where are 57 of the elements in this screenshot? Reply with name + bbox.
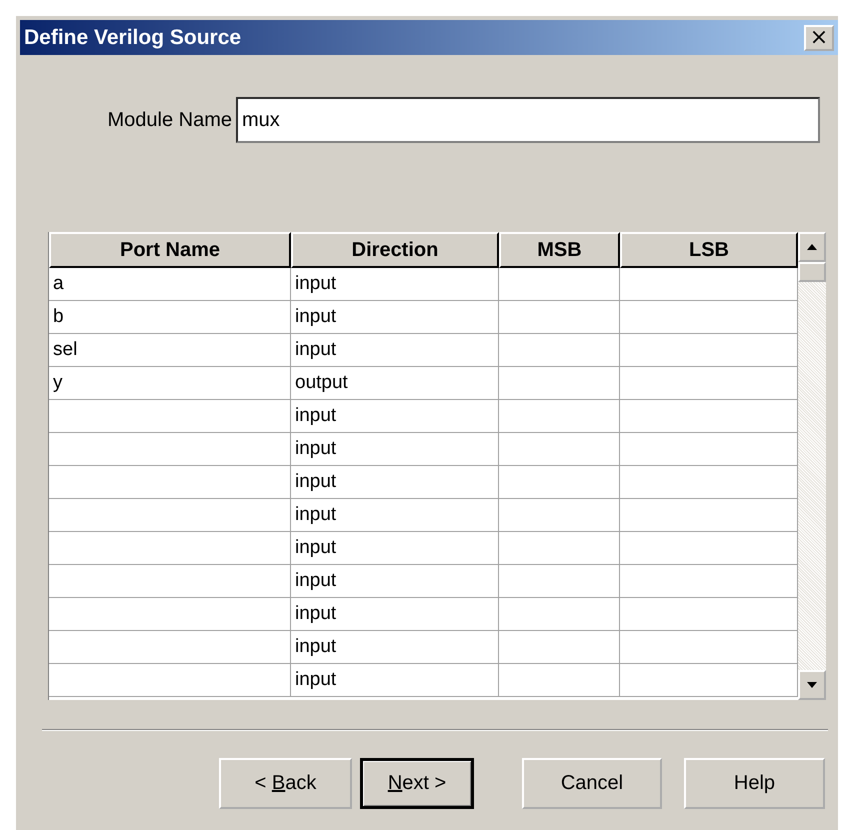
scroll-down-button[interactable] (798, 670, 826, 700)
table-cell[interactable] (499, 631, 620, 664)
table-cell[interactable] (499, 565, 620, 598)
table-cell[interactable] (499, 532, 620, 565)
table-cell[interactable]: input (291, 301, 499, 334)
table-cell[interactable]: input (291, 631, 499, 664)
column-header[interactable]: LSB (620, 232, 798, 268)
table-cell[interactable] (499, 664, 620, 697)
table-cell[interactable] (49, 565, 291, 598)
table-cell[interactable] (49, 466, 291, 499)
table-cell[interactable] (499, 367, 620, 400)
up-arrow-icon (806, 243, 818, 251)
table-cell[interactable] (499, 400, 620, 433)
table-cell[interactable]: sel (49, 334, 291, 367)
table-cell[interactable]: input (291, 433, 499, 466)
table-cell[interactable]: input (291, 532, 499, 565)
dialog-button[interactable]: Help (684, 758, 825, 809)
table-cell[interactable] (49, 433, 291, 466)
column-header[interactable]: Port Name (49, 232, 291, 268)
table-cell[interactable] (499, 499, 620, 532)
table-cell[interactable]: input (291, 565, 499, 598)
table-cell[interactable] (499, 268, 620, 301)
scroll-thumb[interactable] (798, 262, 826, 282)
table-cell[interactable] (49, 499, 291, 532)
table-cell[interactable]: input (291, 664, 499, 697)
table-cell[interactable] (499, 334, 620, 367)
table-cell[interactable]: input (291, 598, 499, 631)
dialog-button[interactable]: Next > (360, 758, 474, 809)
scroll-up-button[interactable] (798, 232, 826, 262)
table-cell[interactable]: input (291, 499, 499, 532)
table-cell[interactable]: y (49, 367, 291, 400)
table-cell[interactable] (49, 664, 291, 697)
dialog-button[interactable]: < Back (219, 758, 352, 809)
column-header[interactable]: Direction (291, 232, 499, 268)
column-header[interactable]: MSB (499, 232, 620, 268)
table-cell[interactable] (49, 400, 291, 433)
table-cell[interactable] (499, 433, 620, 466)
dialog-button[interactable]: Cancel (522, 758, 662, 809)
close-button[interactable]: × (804, 24, 834, 50)
table-cell[interactable] (499, 466, 620, 499)
table-cell[interactable]: input (291, 400, 499, 433)
table-cell[interactable]: input (291, 268, 499, 301)
table-cell[interactable] (49, 598, 291, 631)
table-cell[interactable]: output (291, 367, 499, 400)
table-cell[interactable]: input (291, 466, 499, 499)
module-name-field[interactable]: mux (236, 97, 820, 143)
table-cell[interactable]: a (49, 268, 291, 301)
scrollbar[interactable] (798, 232, 826, 700)
window-title: Define Verilog Source (24, 26, 242, 50)
table-cell[interactable] (499, 598, 620, 631)
table-cell[interactable]: b (49, 301, 291, 334)
field-label: Module Name (106, 108, 233, 132)
down-arrow-icon (806, 681, 818, 689)
table-cell[interactable] (499, 301, 620, 334)
table-cell[interactable]: input (291, 334, 499, 367)
table-cell[interactable] (49, 532, 291, 565)
table-cell[interactable] (49, 631, 291, 664)
